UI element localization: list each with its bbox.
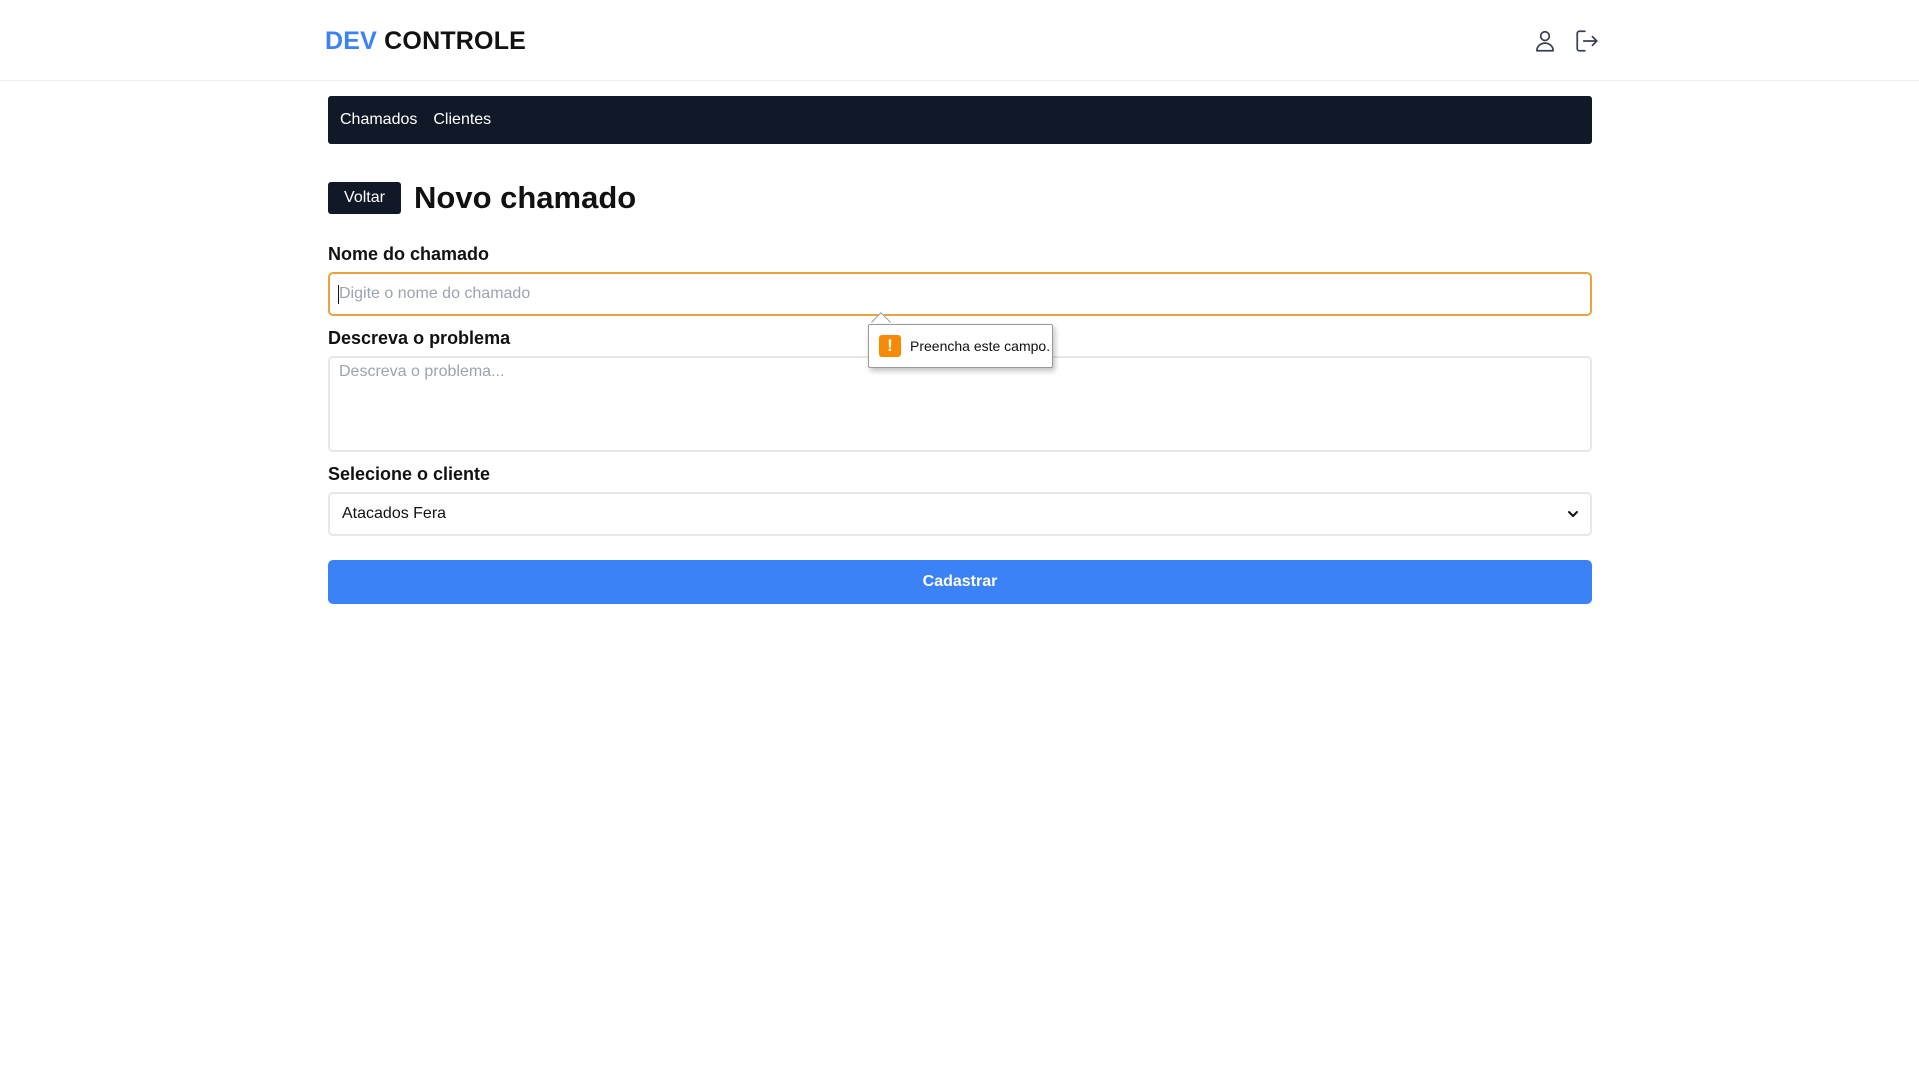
back-button[interactable]: Voltar (328, 182, 401, 214)
brand-highlight: DEV (325, 27, 378, 55)
brand-name: CONTROLE (384, 27, 527, 55)
text-caret (338, 285, 339, 304)
validation-message: Preencha este campo. (910, 338, 1051, 354)
problem-description-label: Descreva o problema (328, 328, 511, 348)
user-icon (1536, 30, 1554, 52)
logout-icon (1576, 30, 1598, 52)
ticket-name-label: Nome do chamado (328, 244, 490, 264)
brand-logo[interactable]: DEV CONTROLE (325, 27, 526, 56)
problem-description-textarea[interactable] (328, 356, 1592, 452)
ticket-name-input[interactable] (328, 272, 1592, 316)
submit-button[interactable]: Cadastrar (328, 560, 1592, 604)
app-header: DEV CONTROLE (0, 0, 1919, 81)
page-title: Novo chamado (414, 180, 637, 215)
client-select[interactable]: Atacados Fera (328, 492, 1592, 536)
client-select-label: Selecione o cliente (328, 464, 491, 484)
logout-button[interactable] (1572, 26, 1602, 56)
nav-item-clientes[interactable]: Clientes (433, 111, 491, 129)
chevron-down-icon (1568, 511, 1578, 517)
warning-icon: ! (879, 335, 901, 357)
user-profile-button[interactable] (1530, 26, 1560, 56)
validation-tooltip: ! Preencha este campo. (868, 324, 1053, 368)
nav-item-chamados[interactable]: Chamados (340, 111, 417, 129)
client-select-value: Atacados Fera (342, 505, 447, 522)
main-nav: Chamados Clientes (328, 96, 1592, 144)
